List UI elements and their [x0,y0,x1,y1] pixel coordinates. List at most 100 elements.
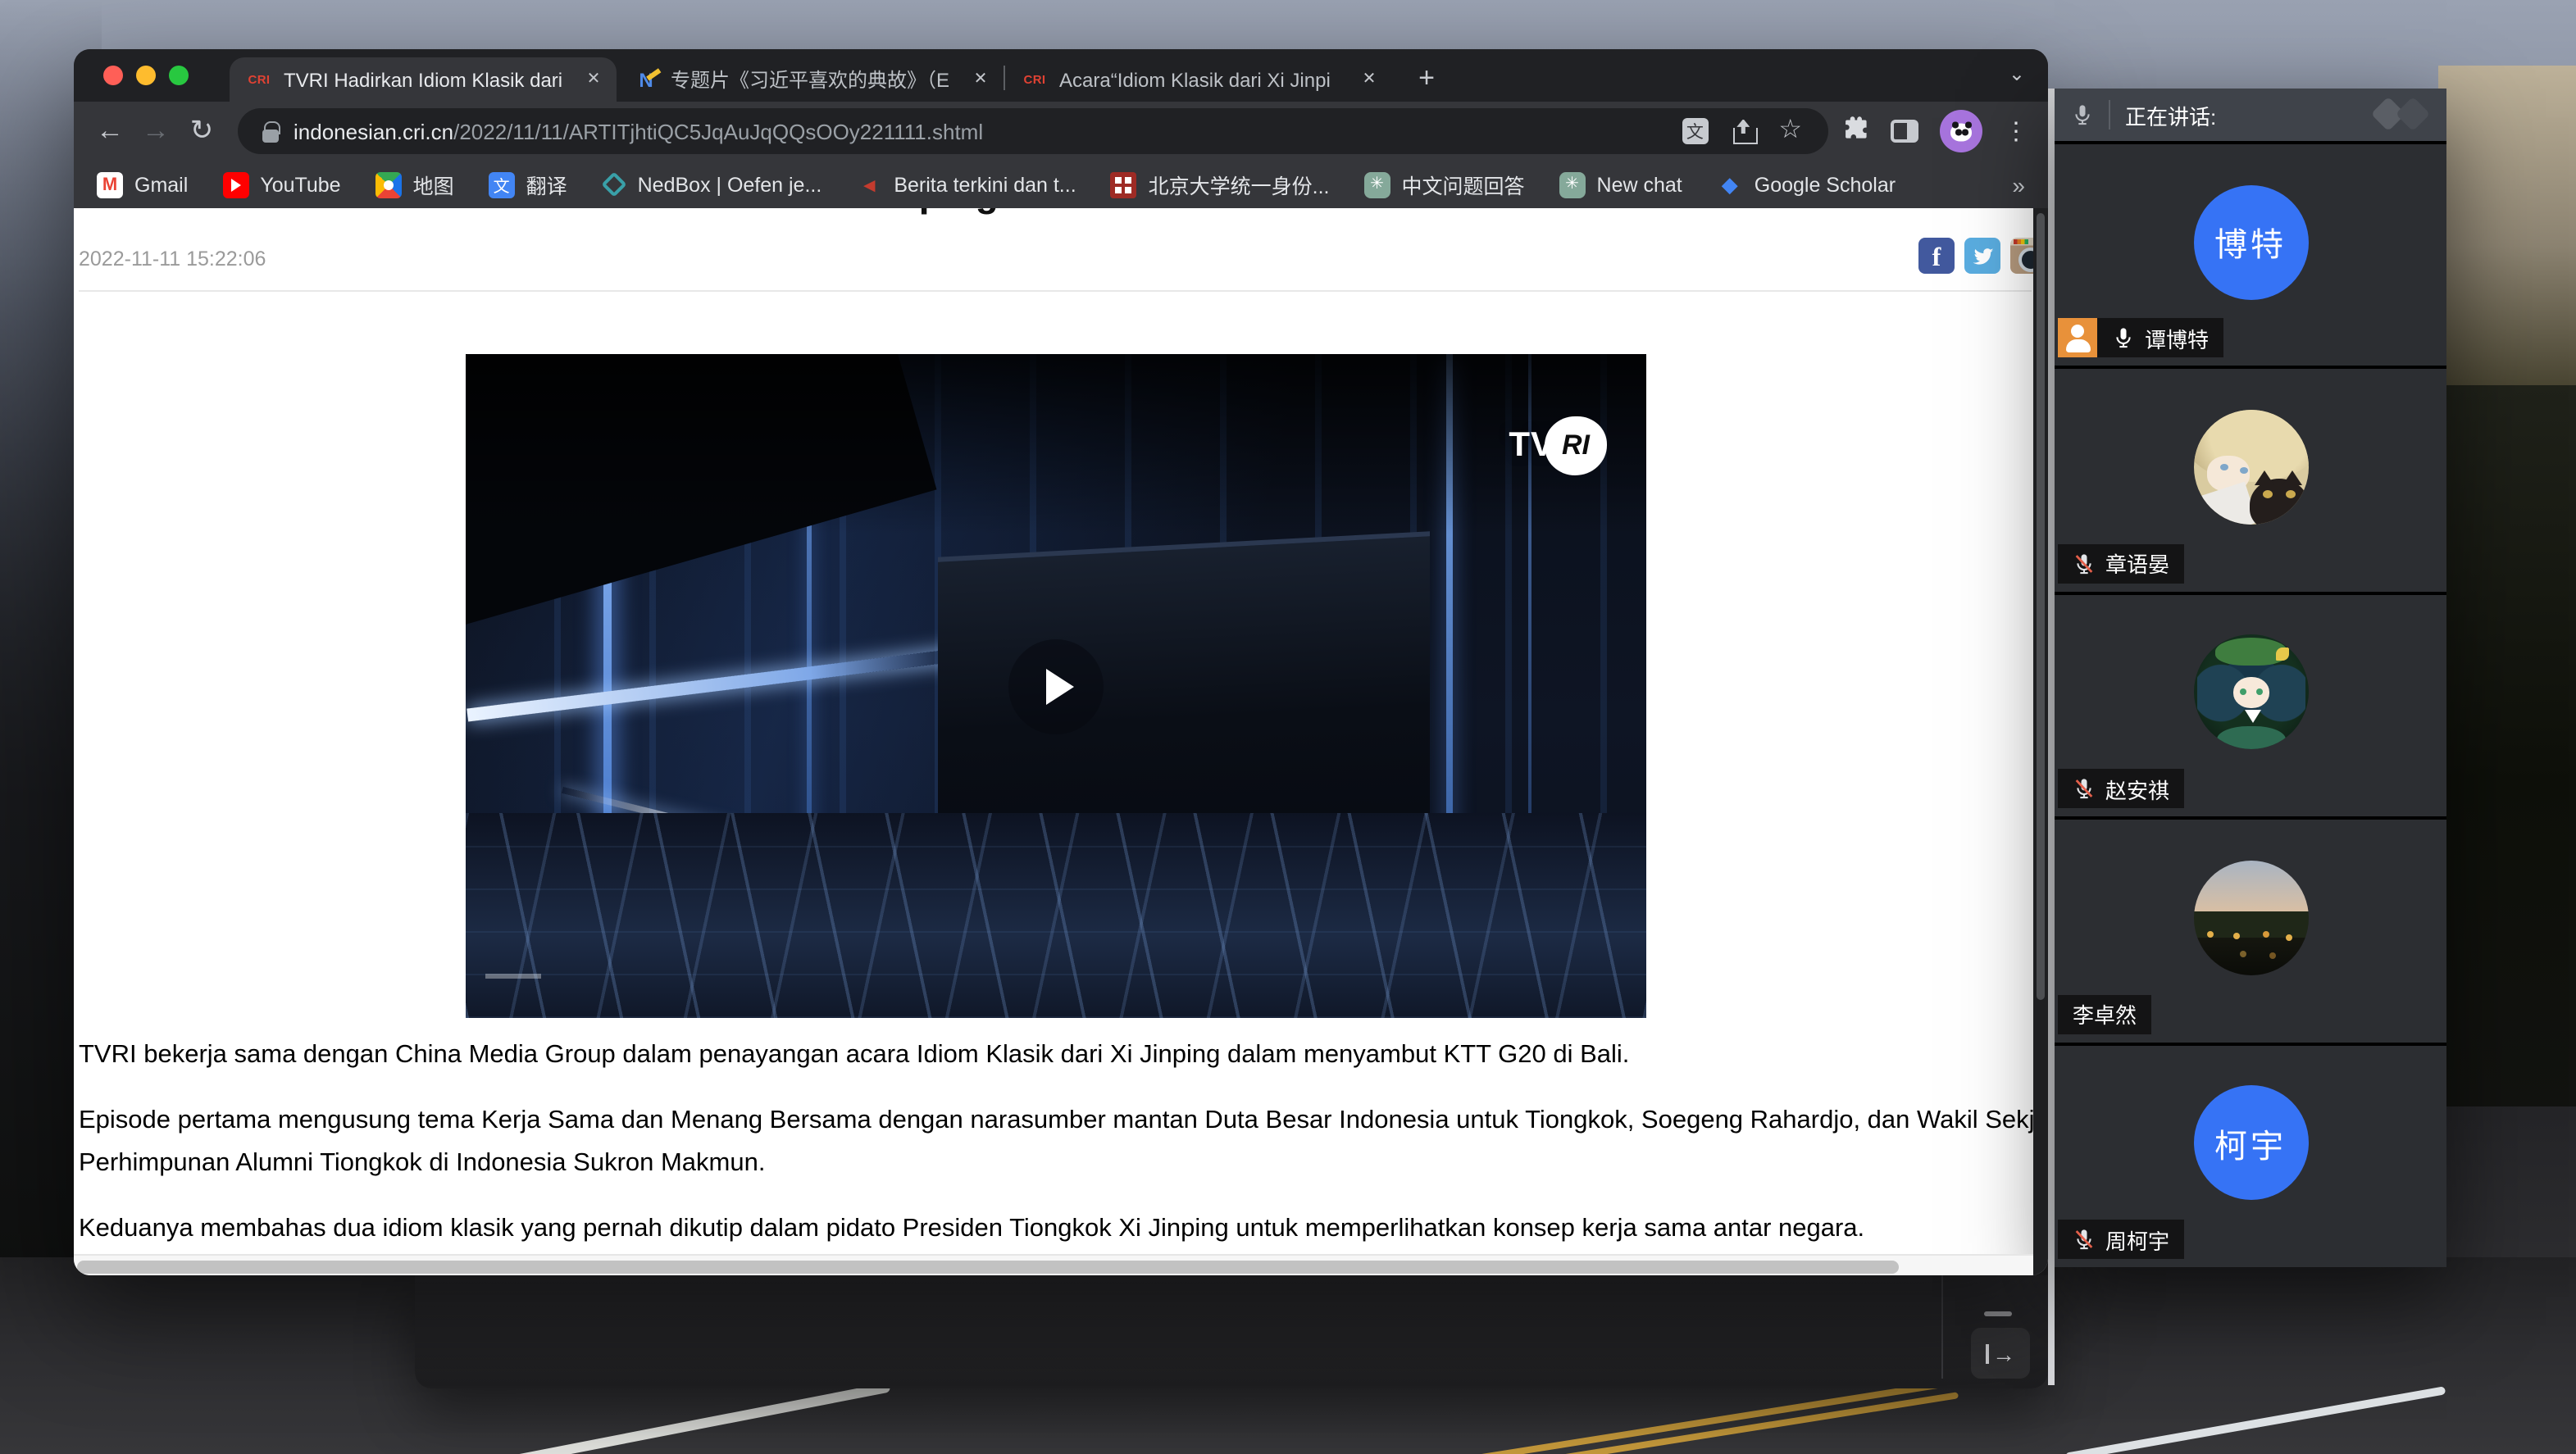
youtube-icon [222,171,248,198]
participant-badge: 李卓然 [2058,994,2151,1034]
article-paragraph: TVRI bekerja sama dengan China Media Gro… [79,1034,2048,1077]
avatar-art [2193,482,2257,525]
avatar-initials: 博特 [2214,218,2287,266]
participant-tile[interactable]: 李卓然 [2055,820,2446,1042]
tab-acara-idiom[interactable]: CRI Acara“Idiom Klasik dari Xi Jinpi ✕ [1005,57,1392,102]
participant-tile[interactable]: 博特 谭博特 [2055,144,2446,366]
tab-tvri-article[interactable]: CRI TVRI Hadirkan Idiom Klasik dari ✕ [230,57,617,102]
close-window-button[interactable] [103,66,123,85]
participant-tile[interactable]: 赵安祺 [2055,595,2446,817]
header-divider [2109,100,2110,129]
bookmark-translate[interactable]: 文翻译 [489,169,567,200]
speaking-label: 正在讲话: [2125,99,2216,130]
panda-avatar-icon [1949,120,1973,141]
avatar [2193,861,2308,975]
avatar-art [2262,490,2272,498]
meeting-panel: 正在讲话: 博特 谭博特 [2055,89,2446,1267]
participant-name: 周柯宇 [2105,1224,2169,1255]
participant-name: 赵安祺 [2105,773,2169,804]
bookmark-youtube[interactable]: YouTube [222,171,340,198]
reload-button[interactable]: ↻ [179,108,225,154]
twitter-share-icon[interactable] [1964,238,2000,274]
share-icon[interactable] [1732,119,1754,143]
close-tab-icon[interactable]: ✕ [967,66,994,93]
bookmark-berita[interactable]: ◄Berita terkini dan t... [856,171,1076,198]
bookmark-label: NedBox | Oefen je... [638,173,822,196]
extensions-puzzle-icon[interactable] [1841,113,1869,149]
participant-name: 章语晏 [2105,548,2169,579]
vertical-scrollbar-thumb[interactable] [2037,213,2045,1000]
translate-icon[interactable]: 文 [1682,118,1708,144]
bookmark-label: New chat [1597,173,1682,196]
minimize-window-button[interactable] [136,66,156,85]
horizontal-scrollbar[interactable] [74,1254,2033,1275]
close-tab-icon[interactable]: ✕ [1356,66,1382,93]
bookmark-label: 北京大学统一身份... [1149,169,1330,200]
cri-favicon: CRI [246,66,272,93]
bookmark-label: YouTube [260,173,340,196]
mic-muted-icon [2073,552,2096,575]
zoom-window-button[interactable] [169,66,189,85]
avatar-art [2244,711,2260,724]
tvri-logo-ri: RI [1545,416,1607,475]
forward-button[interactable]: → [133,108,179,154]
wallpaper-hill-right [2438,66,2576,393]
vertical-scrollbar[interactable] [2033,208,2048,1275]
name-badge: 赵安祺 [2058,769,2184,808]
article-paragraph: Episode pertama mengusung tema Kerja Sam… [79,1100,2048,1185]
bookmark-gmail[interactable]: MGmail [97,171,188,198]
tab-title: Acara“Idiom Klasik dari Xi Jinpi [1059,68,1356,91]
lock-icon[interactable] [262,120,279,142]
name-badge: 周柯宇 [2058,1220,2184,1259]
tab-cctv-special[interactable]: N 专题片《习近平喜欢的典故》（E ✕ [617,57,1004,102]
bookmark-maps[interactable]: 地图 [375,169,454,200]
avatar-art [2219,464,2228,470]
browser-menu-icon[interactable]: ⋮ [2004,116,2028,146]
name-badge: 章语晏 [2058,544,2184,584]
mic-muted-icon [2073,777,2096,800]
news-arrow-icon: ◄ [856,171,882,198]
tab-search-chevron-icon[interactable]: ⌄ [2009,62,2025,85]
host-person-icon [2058,319,2097,358]
bookmark-scholar[interactable]: ◆Google Scholar [1717,171,1896,198]
bookmark-star-icon[interactable]: ☆ [1778,118,1802,144]
bookmarks-overflow-chevron[interactable]: » [2012,171,2025,198]
bookmark-label: Gmail [134,173,188,196]
participant-tile[interactable]: 柯宇 周柯宇 [2055,1045,2446,1267]
bookmark-new-chat[interactable]: ✳New chat [1559,171,1682,198]
background-window-handle [1984,1311,2012,1315]
video-art [466,354,1646,534]
omnibox-actions: 文 ☆ [1662,118,1809,144]
video-play-button[interactable] [1008,638,1104,734]
video-player[interactable]: TV RI [466,354,1646,1018]
avatar: 博特 [2193,184,2308,299]
address-bar[interactable]: indonesian.cri.cn/2022/11/11/ARTITjhtiQC… [238,108,1828,154]
bookmark-chinese-qa[interactable]: ✳中文问题回答 [1364,169,1525,200]
facebook-share-icon[interactable]: f [1918,238,1955,274]
new-tab-button[interactable]: + [1405,57,1448,100]
google-translate-icon: 文 [489,171,515,198]
bookmark-pku-portal[interactable]: 北京大学统一身份... [1111,169,1330,200]
bookmark-nedbox[interactable]: NedBox | Oefen je... [602,173,822,196]
tab-strip: CRI TVRI Hadirkan Idiom Klasik dari ✕ N … [230,49,1448,102]
window-controls [103,66,189,85]
avatar-art [2249,479,2308,525]
close-tab-icon[interactable]: ✕ [580,66,607,93]
chatgpt-icon: ✳ [1364,171,1390,198]
back-button[interactable]: ← [87,108,133,154]
tvri-logo: TV RI [1509,416,1607,475]
profile-avatar[interactable] [1940,110,1982,152]
participant-badge: 谭博特 [2058,319,2223,358]
horizontal-scrollbar-thumb[interactable] [77,1260,1900,1273]
bookmark-label: 地图 [413,169,454,200]
collapse-panel-button[interactable]: → [1971,1328,2030,1379]
bookmark-label: 翻译 [526,169,567,200]
microphone-icon [2071,103,2094,126]
window-edge-strip [2048,89,2055,1385]
tab-title: 专题片《习近平喜欢的典故》（E [671,66,967,93]
side-panel-icon[interactable] [1891,120,1918,143]
browser-toolbar: ← → ↻ indonesian.cri.cn/2022/11/11/ARTIT… [74,102,2048,161]
url-text[interactable]: indonesian.cri.cn/2022/11/11/ARTITjhtiQC… [294,119,983,143]
article-paragraph: Keduanya membahas dua idiom klasik yang … [79,1208,2048,1251]
participant-tile[interactable]: 章语晏 [2055,370,2446,592]
